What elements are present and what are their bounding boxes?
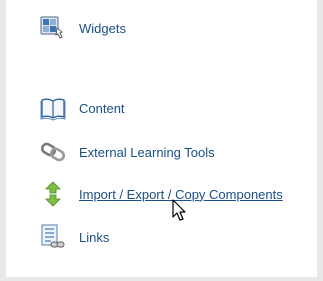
menu-item-label: Links xyxy=(79,229,110,245)
navigation-panel: Widgets Content External Learning Tools … xyxy=(6,0,317,277)
widgets-icon xyxy=(40,16,63,39)
menu-item-widgets[interactable]: Widgets xyxy=(40,15,126,41)
menu-item-label: External Learning Tools xyxy=(79,144,215,160)
chain-link-icon xyxy=(40,142,66,162)
menu-item-external-learning-tools[interactable]: External Learning Tools xyxy=(40,139,215,165)
menu-item-label: Widgets xyxy=(79,20,126,36)
menu-item-content[interactable]: Content xyxy=(40,95,125,121)
book-icon xyxy=(40,98,66,121)
links-list-icon xyxy=(41,224,65,248)
up-down-arrows-icon xyxy=(45,181,61,207)
mouse-pointer-icon xyxy=(172,199,186,221)
menu-item-label: Content xyxy=(79,100,125,116)
menu-item-links[interactable]: Links xyxy=(40,224,109,250)
menu-item-import-export-copy-components[interactable]: Import / Export / Copy Components xyxy=(40,181,283,207)
